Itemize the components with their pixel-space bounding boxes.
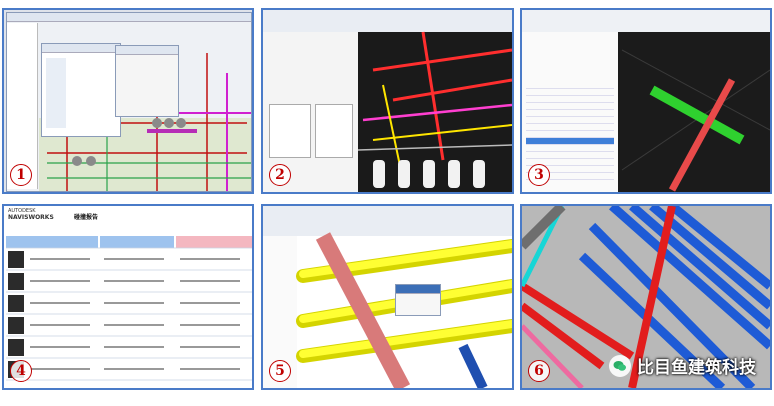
watermark: 比目鱼建筑科技 — [609, 353, 756, 378]
panel-number: 3 — [528, 164, 550, 186]
file-dialog — [41, 43, 121, 137]
pipe-viewport — [296, 232, 512, 388]
main-window — [6, 12, 252, 192]
panel-number: 4 — [10, 360, 32, 382]
warning-dialog — [395, 284, 441, 316]
wechat-icon — [609, 354, 631, 377]
panel-1: 1 — [2, 8, 254, 194]
watermark-text: 比目鱼建筑科技 — [637, 358, 756, 378]
panel-2: 2 — [261, 8, 514, 194]
panel-number: 5 — [269, 360, 291, 382]
pipe-viewport — [357, 31, 512, 192]
panel-4: AUTODESK NAVISWORKS 碰撞报告 4 — [2, 204, 254, 390]
clash-viewport — [618, 32, 770, 192]
panel-3: 3 — [520, 8, 772, 194]
panel-number: 1 — [10, 164, 32, 186]
panel-number: 6 — [528, 360, 550, 382]
panel-number: 2 — [269, 164, 291, 186]
panel-5: 5 — [261, 204, 514, 390]
report-rows — [6, 247, 252, 381]
options-dialog — [115, 45, 179, 117]
panel-6: 6 比目鱼建筑科技 — [520, 204, 772, 390]
